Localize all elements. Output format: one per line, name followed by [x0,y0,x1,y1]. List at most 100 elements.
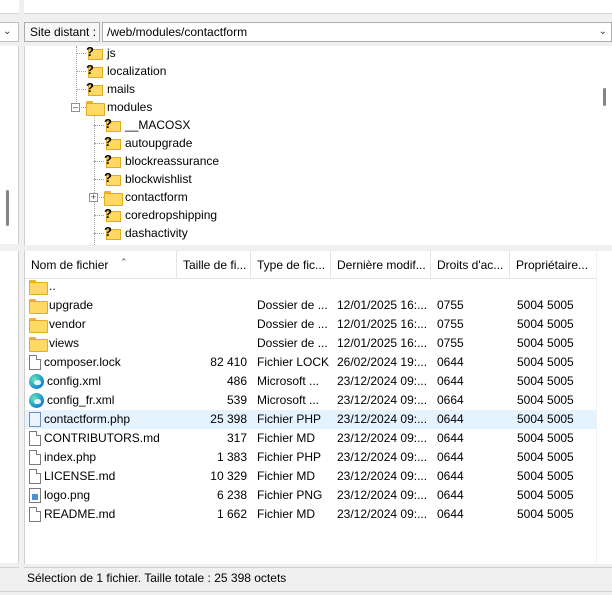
file-owner: 5004 5005 [517,488,574,502]
tree-item-label: js [107,46,116,60]
tree-item[interactable]: ? mails [86,80,135,98]
column-header-permissions[interactable]: Droits d'ac... [431,251,510,279]
table-row-parent[interactable]: .. [25,277,597,296]
file-size [179,334,247,353]
column-header-name[interactable]: Nom de fichier ⌃ [25,251,177,279]
table-row[interactable]: vendor Dossier de ... 12/01/2025 16:... … [25,315,597,334]
image-file-icon [29,488,41,503]
local-tree-scrollbar[interactable] [6,190,9,226]
table-row[interactable]: index.php 1 383 Fichier PHP 23/12/2024 0… [25,448,597,467]
file-name: LICENSE.md [44,469,116,483]
tree-item-label: __MACOSX [125,118,191,132]
file-type: Dossier de ... [257,336,328,350]
file-icon [29,355,41,370]
column-header-size[interactable]: Taille de fi... [177,251,251,279]
php-file-icon [29,412,41,427]
tree-item[interactable]: ? blockreassurance [104,152,219,170]
tree-item[interactable]: ? blockwishlist [104,170,192,188]
expand-icon[interactable]: + [89,193,98,202]
file-modified: 23/12/2024 09:... [337,374,428,388]
unknown-folder-icon [104,244,121,245]
file-name: logo.png [44,488,91,502]
file-size: 6 238 [216,488,247,502]
folder-icon [29,318,48,333]
file-size [179,296,247,315]
file-permissions: 0644 [437,355,464,369]
file-permissions: 0644 [437,374,464,388]
file-size: 82 410 [210,355,247,369]
file-modified: 23/12/2024 09:... [337,412,428,426]
file-owner: 5004 5005 [517,298,574,312]
file-type: Microsoft ... [257,374,320,388]
tree-item[interactable]: modules [86,98,152,116]
remote-path-text: /web/modules/contactform [107,25,248,39]
chevron-down-icon[interactable]: ⌄ [599,23,607,41]
table-row-selected[interactable]: contactform.php 25 398 Fichier PHP 23/12… [25,410,597,429]
file-modified: 23/12/2024 09:... [337,469,428,483]
file-type: Fichier PNG [257,488,323,502]
table-row[interactable]: config.xml 486 Microsoft ... 23/12/2024 … [25,372,597,391]
local-list-pane[interactable] [0,251,19,563]
collapse-icon[interactable]: – [71,103,80,112]
tree-item-current[interactable]: contactform [104,188,188,206]
unknown-folder-icon: ? [86,62,103,78]
table-row[interactable]: composer.lock 82 410 Fichier LOCK 26/02/… [25,353,597,372]
remote-path-input[interactable]: /web/modules/contactform ⌄ [102,22,612,42]
column-header-modified[interactable]: Dernière modif... [331,251,431,279]
table-row[interactable]: config_fr.xml 539 Microsoft ... 23/12/20… [25,391,597,410]
folder-icon [29,337,48,352]
tree-item[interactable]: ? coredropshipping [104,206,217,224]
unknown-folder-icon: ? [104,206,121,222]
tree-item-label: blockwishlist [125,172,192,186]
file-type: Dossier de ... [257,317,328,331]
remote-site-label: Site distant : [24,22,100,42]
chevron-down-icon[interactable]: ⌄ [3,26,11,37]
file-name: composer.lock [44,355,121,369]
file-icon [29,431,41,446]
file-size [179,315,247,334]
tree-scrollbar[interactable] [595,46,612,245]
file-icon [29,450,41,465]
table-row[interactable]: logo.png 6 238 Fichier PNG 23/12/2024 09… [25,486,597,505]
file-permissions: 0644 [437,412,464,426]
file-type: Fichier MD [257,431,316,445]
table-row[interactable]: CONTRIBUTORS.md 317 Fichier MD 23/12/202… [25,429,597,448]
tree-item[interactable]: ? dashactivity [104,224,188,242]
tree-item-label: coredropshipping [125,208,218,222]
column-header-owner[interactable]: Propriétaire... [510,251,597,279]
tree-item[interactable]: ? autoupgrade [104,134,192,152]
unknown-folder-icon: ? [104,224,121,240]
file-permissions: 0644 [437,450,464,464]
local-site-dropdown[interactable]: ⌄ [0,22,19,42]
tree-item[interactable]: ? localization [86,62,166,80]
table-row[interactable]: upgrade Dossier de ... 12/01/2025 16:...… [25,296,597,315]
file-name: views [49,336,80,350]
tree-item[interactable]: ? __MACOSX [104,116,190,134]
file-owner: 5004 5005 [517,393,574,407]
column-header-type[interactable]: Type de fic... [251,251,331,279]
tree-scrollbar-thumb[interactable] [603,88,606,106]
remote-top-strip [24,0,612,14]
file-modified: 12/01/2025 16:... [337,317,428,331]
table-row[interactable]: views Dossier de ... 12/01/2025 16:... 0… [25,334,597,353]
folder-icon [29,299,48,314]
file-name: vendor [49,317,86,331]
table-row[interactable]: README.md 1 662 Fichier MD 23/12/2024 09… [25,505,597,524]
file-modified: 26/02/2024 19:... [337,355,428,369]
file-owner: 5004 5005 [517,374,574,388]
file-owner: 5004 5005 [517,355,574,369]
tree-item-label: contactform [125,190,188,204]
table-row[interactable]: LICENSE.md 10 329 Fichier MD 23/12/2024 … [25,467,597,486]
file-owner: 5004 5005 [517,412,574,426]
remote-tree-pane[interactable]: – + ? js ? localization ? mails modules … [24,46,612,245]
local-top-strip [0,0,19,14]
list-scrollbar[interactable] [596,251,612,564]
file-modified: 23/12/2024 09:... [337,393,428,407]
remote-file-list[interactable]: Nom de fichier ⌃ Taille de fi... Type de… [24,251,612,564]
file-permissions: 0755 [437,336,464,350]
tree-item-label: modules [107,100,153,114]
file-size: 1 383 [216,450,247,464]
local-tree-pane[interactable] [0,46,19,244]
file-name: index.php [44,450,97,464]
tree-item[interactable]: ? js [86,46,116,62]
